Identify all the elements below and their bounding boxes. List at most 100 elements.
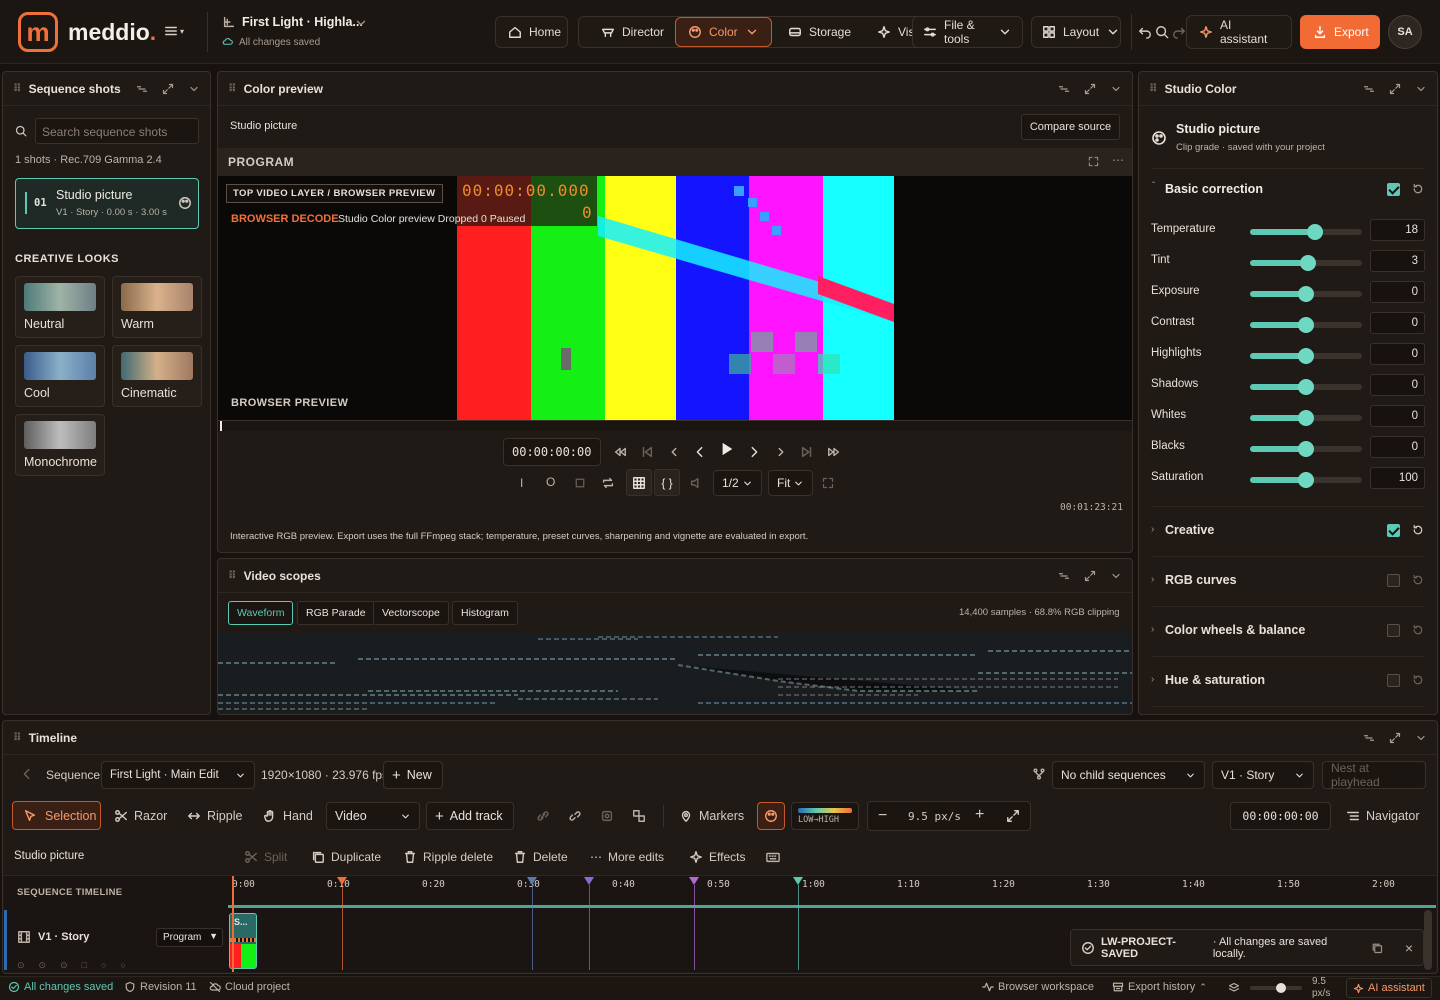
slider-value-input[interactable]: 0: [1370, 436, 1425, 458]
expand-icon[interactable]: [1389, 83, 1401, 95]
section-rgb-curves[interactable]: › RGB curves: [1151, 556, 1425, 606]
unlink-icon[interactable]: [568, 809, 582, 823]
basic-correction-checkbox[interactable]: [1387, 183, 1400, 196]
project-chevron-icon[interactable]: [354, 16, 368, 30]
snap-icon[interactable]: [600, 809, 614, 823]
reset-icon[interactable]: [1412, 574, 1424, 586]
navigator-button[interactable]: Navigator: [1346, 802, 1420, 830]
section-checkbox[interactable]: [1387, 524, 1400, 537]
look-cinematic[interactable]: Cinematic: [112, 345, 202, 407]
effects-button[interactable]: Effects: [689, 843, 745, 871]
back-chevron-icon[interactable]: [20, 767, 34, 781]
slider-knob[interactable]: [1298, 348, 1314, 364]
heatmap-toggle[interactable]: [757, 802, 785, 830]
section-creative[interactable]: › Creative: [1151, 506, 1425, 556]
expand-icon[interactable]: [162, 83, 174, 95]
look-warm[interactable]: Warm: [112, 276, 202, 338]
timeline-timecode[interactable]: 00:00:00:00: [1230, 802, 1331, 830]
loop-icon[interactable]: [601, 476, 615, 490]
fullscreen-icon[interactable]: [822, 477, 834, 489]
slider-track[interactable]: [1250, 255, 1362, 271]
look-monochrome[interactable]: Monochrome: [15, 414, 105, 476]
app-logo[interactable]: m: [18, 12, 58, 52]
chevron-down-icon[interactable]: [1415, 732, 1427, 744]
link-icon[interactable]: [1058, 83, 1070, 95]
reset-icon[interactable]: [1412, 183, 1424, 195]
mark-out-button[interactable]: O: [546, 475, 555, 489]
reset-icon[interactable]: [1412, 624, 1424, 636]
chevron-down-icon[interactable]: [188, 83, 200, 95]
director-button[interactable]: Director: [588, 16, 677, 48]
duplicate-button[interactable]: Duplicate: [311, 843, 381, 871]
link-icon[interactable]: [1058, 570, 1070, 582]
razor-tool[interactable]: Razor: [114, 802, 167, 830]
look-neutral[interactable]: Neutral: [15, 276, 105, 338]
zoom-out-button[interactable]: −: [878, 807, 887, 825]
fullscreen-icon[interactable]: [1088, 156, 1099, 167]
track-mode-select[interactable]: Program ▼: [156, 928, 223, 947]
status-zoom-knob[interactable]: [1276, 983, 1286, 993]
section-hue-saturation[interactable]: › Hue & saturation: [1151, 656, 1425, 706]
status-zoom-slider[interactable]: [1250, 983, 1302, 993]
delete-button[interactable]: Delete: [513, 843, 568, 871]
slider-track[interactable]: [1250, 441, 1362, 457]
scope-tab-rgb-parade[interactable]: RGB Parade: [297, 601, 375, 625]
timeline-marker[interactable]: [337, 877, 347, 885]
expand-icon[interactable]: [1389, 732, 1401, 744]
look-cool[interactable]: Cool: [15, 345, 105, 407]
scope-tab-waveform[interactable]: Waveform: [228, 601, 294, 625]
chevron-down-icon[interactable]: [1110, 570, 1122, 582]
slider-knob[interactable]: [1298, 317, 1314, 333]
compare-source-button[interactable]: Compare source: [1021, 114, 1120, 140]
storage-button[interactable]: Storage: [775, 16, 864, 48]
slider-value-input[interactable]: 0: [1370, 281, 1425, 303]
slider-track[interactable]: [1250, 379, 1362, 395]
drag-handle-icon[interactable]: ⠿: [1149, 82, 1158, 95]
timeline-marker[interactable]: [527, 877, 537, 885]
link-icon[interactable]: [1363, 83, 1375, 95]
reset-icon[interactable]: [1412, 524, 1424, 536]
heat-legend[interactable]: LOW→HIGH: [791, 802, 859, 830]
search-icon[interactable]: [1155, 25, 1169, 39]
status-export-history[interactable]: Export history ⌃: [1112, 981, 1207, 993]
slider-knob[interactable]: [1298, 441, 1314, 457]
basic-correction-title[interactable]: Basic correction: [1165, 182, 1263, 196]
slider-value-input[interactable]: 0: [1370, 312, 1425, 334]
markers-button[interactable]: Markers: [679, 802, 744, 830]
slider-track[interactable]: [1250, 472, 1362, 488]
slider-value-input[interactable]: 0: [1370, 343, 1425, 365]
chevron-down-icon[interactable]: [1415, 83, 1427, 95]
undo-icon[interactable]: [1138, 25, 1152, 39]
export-button[interactable]: Export: [1300, 15, 1380, 49]
mark-in-button[interactable]: I: [520, 476, 523, 490]
keyboard-icon[interactable]: [766, 850, 780, 864]
safe-area-toggle[interactable]: { }: [654, 469, 680, 496]
fast-forward-icon[interactable]: [827, 445, 841, 459]
track-type-select[interactable]: Video: [326, 802, 420, 830]
layers-icon[interactable]: [1228, 982, 1240, 994]
slider-knob[interactable]: [1298, 286, 1314, 302]
slider-knob[interactable]: [1298, 410, 1314, 426]
drag-handle-icon[interactable]: ⠿: [13, 82, 22, 95]
sequence-select[interactable]: First Light · Main Edit: [101, 761, 255, 789]
video-frame[interactable]: TOP VIDEO LAYER / BROWSER PREVIEW BROWSE…: [218, 176, 1132, 431]
link-clips-icon[interactable]: [536, 809, 550, 823]
add-track-button[interactable]: + Add track: [426, 802, 514, 830]
play-button[interactable]: [720, 442, 734, 458]
selection-tool[interactable]: Selection: [12, 801, 101, 830]
reset-icon[interactable]: [1412, 674, 1424, 686]
slider-value-input[interactable]: 3: [1370, 250, 1425, 272]
timeline-marker[interactable]: [689, 877, 699, 885]
color-tab-button[interactable]: Color: [675, 17, 772, 47]
slider-value-input[interactable]: 0: [1370, 405, 1425, 427]
scope-tab-vectorscope[interactable]: Vectorscope: [373, 601, 449, 625]
slider-value-input[interactable]: 18: [1370, 219, 1425, 241]
palette-icon[interactable]: [178, 196, 192, 210]
resolution-select[interactable]: 1/2: [713, 470, 762, 496]
basic-correction-chevron[interactable]: ˇ: [1152, 181, 1155, 192]
layout-button[interactable]: Layout: [1031, 16, 1121, 48]
slider-knob[interactable]: [1300, 255, 1317, 271]
search-shots-input[interactable]: Search sequence shots: [35, 118, 199, 144]
timeline-marker[interactable]: [584, 877, 594, 885]
timeline-scrollbar[interactable]: [1424, 910, 1432, 970]
